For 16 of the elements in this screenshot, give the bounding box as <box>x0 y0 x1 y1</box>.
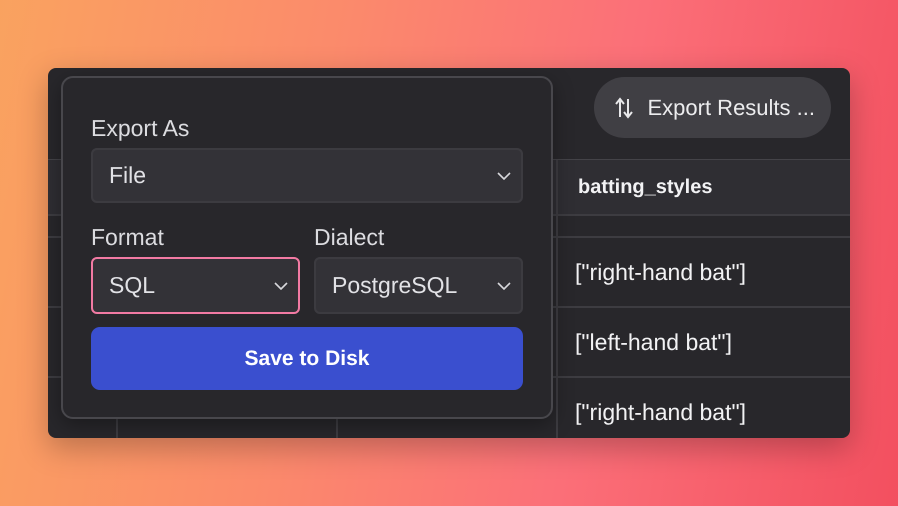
dropdown[interactable]: File <box>91 148 523 203</box>
chevron-down-icon <box>497 172 511 180</box>
table-cell: ["right-hand bat"] <box>575 258 746 286</box>
up-down-arrows-icon <box>614 96 634 118</box>
field-label: Format <box>91 223 165 251</box>
column-header: batting_styles <box>558 160 850 216</box>
field-label: Dialect <box>314 223 386 251</box>
dropdown[interactable]: SQL <box>91 257 300 314</box>
export-results-button[interactable]: Export Results ... <box>594 77 831 138</box>
field-label: Export As <box>91 114 190 142</box>
save-to-disk-button[interactable]: Save to Disk <box>91 327 523 390</box>
chevron-down-icon <box>274 282 288 290</box>
table-cell: ["left-hand bat"] <box>575 328 732 356</box>
table-cell: ["right-hand bat"] <box>575 398 746 426</box>
chevron-down-icon <box>497 282 511 290</box>
dropdown[interactable]: PostgreSQL <box>314 257 523 314</box>
